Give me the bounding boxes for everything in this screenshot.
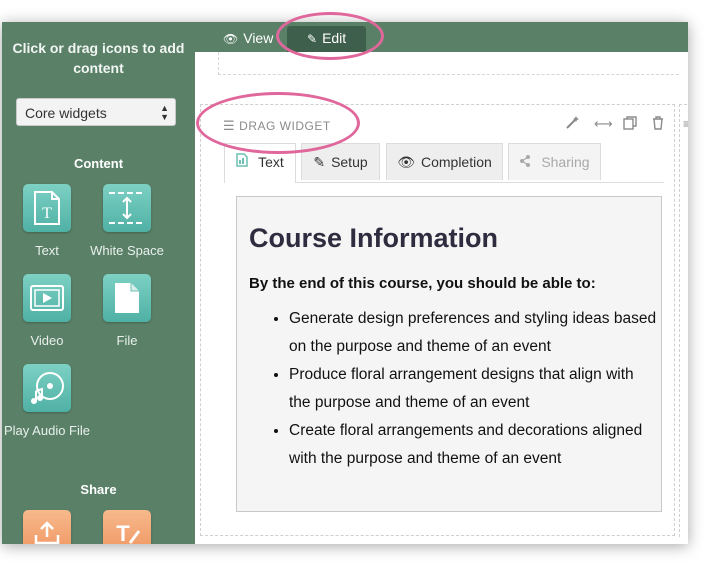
drag-widget-highlight-ellipse — [196, 92, 360, 154]
magic-wand-icon[interactable] — [565, 116, 579, 133]
widget-category-select[interactable]: Core widgets ▲ ▼ — [16, 98, 176, 126]
widget-video[interactable]: Video — [2, 274, 92, 351]
tab-text-label: Text — [258, 154, 284, 170]
video-icon — [23, 274, 71, 322]
widget-file[interactable]: File — [82, 274, 172, 351]
widget-text[interactable]: T Text — [2, 184, 92, 261]
content-heading: Content — [73, 156, 124, 171]
app-window: Click or drag icons to add content Core … — [2, 22, 688, 544]
drop-zone-above — [218, 52, 679, 75]
text-document-icon: T — [23, 184, 71, 232]
widget-label: File — [116, 333, 138, 348]
widget-share-upload[interactable] — [2, 510, 92, 544]
tab-completion[interactable]: 👁 Completion — [386, 143, 503, 180]
hamburger-icon: ≡ — [683, 117, 688, 131]
list-item: Produce floral arrangement designs that … — [289, 361, 659, 417]
select-value: Core widgets — [25, 105, 107, 121]
text-content-area[interactable]: Course Information By the end of this co… — [236, 196, 662, 512]
text-edit-icon: T — [103, 510, 151, 544]
trash-icon[interactable] — [652, 116, 664, 133]
file-icon — [103, 274, 151, 322]
widget-label: White Space — [90, 243, 164, 258]
next-widget-edge: ≡ — [679, 104, 688, 537]
upload-icon — [23, 510, 71, 544]
svg-text:T: T — [116, 521, 130, 544]
objectives-list: Generate design preferences and styling … — [249, 305, 659, 473]
pencil-icon: ✎ — [313, 154, 326, 170]
resize-width-icon[interactable]: ⟷ — [594, 116, 613, 132]
edit-highlight-ellipse — [276, 12, 384, 60]
select-arrows-icon: ▲ ▼ — [160, 103, 169, 122]
svg-text:T: T — [42, 205, 52, 222]
eye-icon: 👁 — [397, 154, 415, 170]
text-doc-icon — [236, 153, 252, 170]
eye-icon: 👁 — [223, 32, 239, 46]
tab-sharing-label: Sharing — [541, 154, 590, 170]
widget-white-space[interactable]: White Space — [82, 184, 172, 261]
tab-setup-label: Setup — [331, 154, 368, 170]
widget-sidebar: Click or drag icons to add content Core … — [2, 22, 195, 544]
widget-play-audio-file[interactable]: Play Audio File — [2, 364, 92, 441]
widget-label: Text — [35, 243, 59, 258]
duplicate-icon[interactable] — [623, 116, 637, 133]
widget-label: Video — [30, 333, 64, 348]
tab-completion-label: Completion — [420, 154, 492, 170]
tab-sharing: Sharing — [508, 143, 601, 180]
audio-disc-icon — [23, 364, 71, 412]
view-tab-label: View — [243, 30, 274, 46]
share-heading: Share — [80, 482, 117, 497]
widget-label: Play Audio File — [4, 423, 90, 438]
list-item: Create floral arrangements and decoratio… — [289, 417, 659, 473]
share-icon — [519, 154, 535, 170]
content-heading: Course Information — [249, 223, 499, 253]
content-lead: By the end of this course, you should be… — [249, 275, 596, 292]
list-item: Generate design preferences and styling … — [289, 305, 659, 361]
widget-share-text-edit[interactable]: T — [82, 510, 172, 544]
mode-toolbar: 👁 View ✎ Edit — [195, 22, 688, 52]
sidebar-instructions: Click or drag icons to add content — [12, 40, 185, 76]
white-space-icon — [103, 184, 151, 232]
